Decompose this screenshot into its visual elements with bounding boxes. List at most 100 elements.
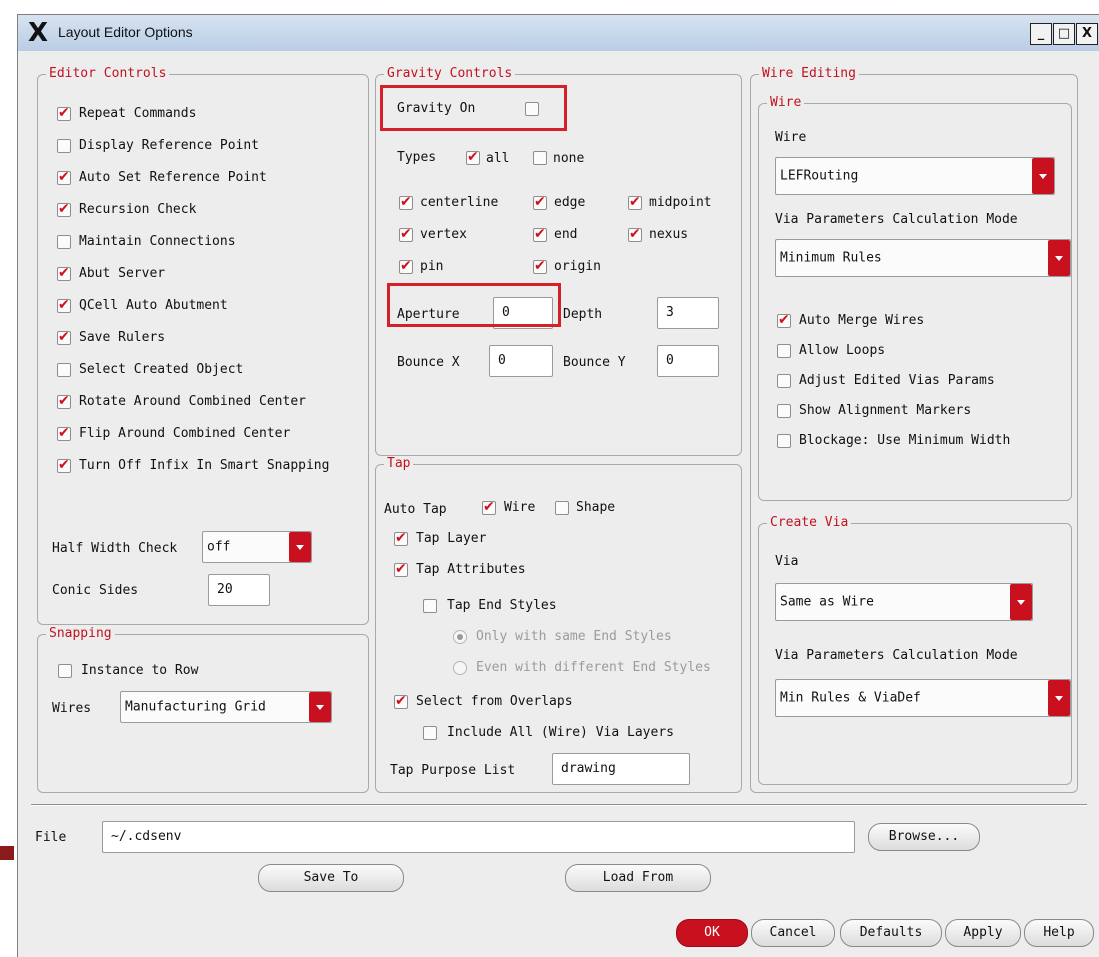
gravity-option-label: end (554, 227, 578, 242)
via-mode-select[interactable]: Minimum Rules (775, 239, 1071, 277)
wire-subgroup-title: Wire (767, 95, 805, 111)
file-input[interactable]: ~/.cdsenv (102, 821, 855, 853)
load-from-button[interactable]: Load From (565, 864, 711, 892)
ok-button[interactable]: OK (676, 919, 748, 947)
help-button[interactable]: Help (1024, 919, 1094, 947)
create-via-subgroup: Create Via Via Same as Wire Via Paramete… (758, 515, 1072, 785)
half-width-check-select[interactable]: off (202, 531, 312, 563)
minimize-button[interactable]: _ (1030, 23, 1052, 45)
file-value: ~/.cdsenv (111, 829, 182, 844)
tap-purpose-label: Tap Purpose List (390, 763, 516, 778)
select-from-overlaps-checkbox[interactable] (394, 693, 408, 709)
tap-end-styles-checkbox[interactable] (423, 599, 437, 613)
layout-editor-options-dialog: X Layout Editor Options _ □ X Editor Con… (17, 14, 1099, 957)
bounce-x-input[interactable]: 0 (489, 345, 553, 377)
tap-end-styles-label: Tap End Styles (447, 598, 557, 613)
editor-option-checkbox[interactable] (57, 169, 71, 185)
editor-option-checkbox[interactable] (57, 457, 71, 473)
wire-editing-title: Wire Editing (759, 66, 859, 82)
editor-option-checkbox[interactable] (57, 297, 71, 313)
auto-tap-shape-checkbox[interactable] (555, 501, 569, 515)
gravity-option-checkbox[interactable] (399, 226, 413, 242)
editor-option-checkbox[interactable] (57, 393, 71, 409)
wire-select[interactable]: LEFRouting (775, 157, 1055, 195)
save-to-button[interactable]: Save To (258, 864, 404, 892)
auto-tap-wire-checkbox[interactable] (482, 499, 496, 515)
same-end-styles-radio[interactable] (453, 630, 467, 644)
snapping-title: Snapping (46, 626, 115, 642)
include-via-layers-checkbox[interactable] (423, 726, 437, 740)
tap-layer-checkbox[interactable] (394, 530, 408, 546)
tap-attributes-checkbox[interactable] (394, 561, 408, 577)
wire-option-checkbox[interactable] (777, 434, 791, 448)
auto-tap-wire-label: Wire (504, 500, 536, 515)
tap-layer-label: Tap Layer (416, 531, 487, 546)
wire-option-checkbox[interactable] (777, 374, 791, 388)
apply-button[interactable]: Apply (945, 919, 1021, 947)
via-mode2-select[interactable]: Min Rules & ViaDef (775, 679, 1071, 717)
chevron-down-icon (309, 692, 331, 722)
gravity-controls-title: Gravity Controls (384, 66, 516, 82)
editor-option-label: Turn Off Infix In Smart Snapping (79, 458, 330, 473)
browse-button[interactable]: Browse... (868, 823, 980, 851)
background-marker (0, 846, 14, 860)
maximize-button[interactable]: □ (1053, 23, 1075, 45)
depth-label: Depth (563, 307, 603, 322)
instance-to-row-checkbox[interactable] (58, 664, 72, 678)
bounce-y-value: 0 (666, 353, 674, 368)
tap-purpose-value: drawing (561, 761, 616, 776)
close-button[interactable]: X (1076, 23, 1098, 45)
auto-tap-label: Auto Tap (384, 502, 447, 517)
gravity-option-checkbox[interactable] (533, 258, 547, 274)
editor-option-checkbox[interactable] (57, 139, 71, 153)
wire-option-checkbox[interactable] (777, 344, 791, 358)
editor-option-checkbox[interactable] (57, 265, 71, 281)
different-end-styles-label: Even with different End Styles (476, 660, 711, 675)
instance-to-row-label: Instance to Row (81, 663, 199, 678)
gravity-option-checkbox[interactable] (533, 226, 547, 242)
different-end-styles-radio[interactable] (453, 661, 467, 675)
wire-option-checkbox[interactable] (777, 404, 791, 418)
editor-option-checkbox[interactable] (57, 201, 71, 217)
tap-purpose-input[interactable]: drawing (552, 753, 690, 785)
chevron-down-icon (289, 532, 311, 562)
cancel-button[interactable]: Cancel (751, 919, 835, 947)
wire-option-checkbox[interactable] (777, 312, 791, 328)
gravity-option-checkbox[interactable] (628, 194, 642, 210)
via-select[interactable]: Same as Wire (775, 583, 1033, 621)
gravity-option-checkbox[interactable] (628, 226, 642, 242)
wires-value: Manufacturing Grid (125, 699, 266, 715)
types-none-checkbox[interactable] (533, 151, 547, 165)
wires-select[interactable]: Manufacturing Grid (120, 691, 332, 723)
gravity-option-label: midpoint (649, 195, 712, 210)
editor-option-label: Rotate Around Combined Center (79, 394, 306, 409)
editor-option-label: Auto Set Reference Point (79, 170, 267, 185)
defaults-button[interactable]: Defaults (840, 919, 942, 947)
wire-option-label: Show Alignment Markers (799, 403, 972, 418)
types-label: Types (397, 150, 437, 165)
types-all-checkbox[interactable] (466, 149, 480, 165)
editor-controls-title: Editor Controls (46, 66, 170, 82)
gravity-option-checkbox[interactable] (533, 194, 547, 210)
editor-option-checkbox[interactable] (57, 363, 71, 377)
same-end-styles-label: Only with same End Styles (476, 629, 672, 644)
gravity-option-label: edge (554, 195, 586, 210)
wire-subgroup: Wire Wire LEFRouting Via Parameters Calc… (758, 95, 1072, 501)
editor-option-checkbox[interactable] (57, 425, 71, 441)
depth-value: 3 (666, 305, 674, 320)
editor-option-checkbox[interactable] (57, 105, 71, 121)
gravity-option-checkbox[interactable] (399, 194, 413, 210)
gravity-on-highlight (380, 85, 567, 131)
gravity-option-checkbox[interactable] (399, 258, 413, 274)
wire-option-label: Allow Loops (799, 343, 886, 358)
bounce-y-input[interactable]: 0 (657, 345, 719, 377)
chevron-down-icon (1048, 240, 1070, 276)
types-none-label: none (553, 151, 585, 166)
depth-input[interactable]: 3 (657, 297, 719, 329)
editor-option-checkbox[interactable] (57, 329, 71, 345)
editor-option-label: Flip Around Combined Center (79, 426, 291, 441)
x11-app-icon: X (28, 18, 49, 48)
editor-option-checkbox[interactable] (57, 235, 71, 249)
conic-sides-input[interactable]: 20 (208, 574, 270, 606)
conic-sides-label: Conic Sides (52, 583, 139, 598)
